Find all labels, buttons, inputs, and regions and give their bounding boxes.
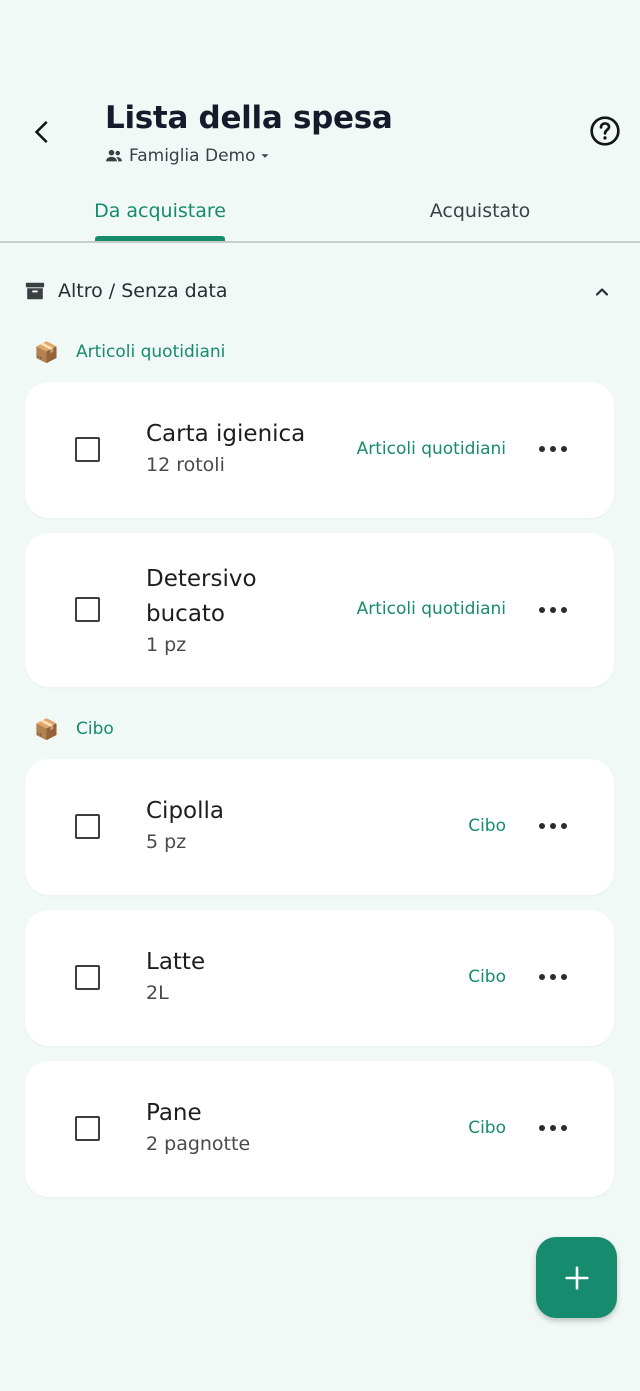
family-name: Famiglia Demo: [129, 146, 256, 166]
item-category-tag: Cibo: [468, 816, 506, 836]
item-quantity: 2 pagnotte: [146, 1133, 251, 1155]
list-item[interactable]: Cipolla 5 pz Cibo: [25, 759, 614, 895]
item-checkbox[interactable]: [75, 814, 100, 839]
back-button[interactable]: [22, 112, 62, 152]
item-name: Cipolla: [146, 798, 224, 824]
help-icon: [590, 116, 620, 146]
app-header: Lista della spesa Famiglia Demo Da acqui…: [0, 0, 640, 243]
add-item-button[interactable]: [536, 1237, 617, 1318]
item-name: Pane: [146, 1100, 202, 1126]
item-quantity: 2L: [146, 982, 169, 1004]
active-tab-indicator: [95, 236, 225, 241]
item-name: Carta igienica: [146, 421, 306, 447]
help-button[interactable]: [585, 111, 625, 151]
back-arrow-icon: [34, 120, 48, 144]
page-title: Lista della spesa: [105, 100, 393, 136]
item-checkbox[interactable]: [75, 1116, 100, 1141]
item-category-tag: Articoli quotidiani: [356, 599, 506, 619]
category-label: 📦 Cibo: [34, 715, 114, 743]
chevron-up-icon[interactable]: [590, 280, 614, 304]
package-icon: 📦: [34, 340, 59, 364]
item-name: Detersivo bucato: [146, 566, 257, 627]
item-quantity: 1 pz: [146, 634, 187, 656]
group-header[interactable]: Altro / Senza data: [0, 270, 640, 314]
item-category-tag: Cibo: [468, 967, 506, 987]
item-checkbox[interactable]: [75, 437, 100, 462]
category-name: Articoli quotidiani: [76, 342, 226, 362]
more-options-icon[interactable]: [539, 444, 567, 454]
item-category-tag: Cibo: [468, 1118, 506, 1138]
list-item[interactable]: Carta igienica 12 rotoli Articoli quotid…: [25, 382, 614, 518]
family-selector[interactable]: Famiglia Demo: [104, 143, 272, 169]
package-icon: 📦: [34, 717, 59, 741]
tab-acquistato[interactable]: Acquistato: [320, 180, 640, 241]
caret-down-icon: [258, 149, 272, 163]
tab-da-acquistare[interactable]: Da acquistare: [0, 180, 320, 241]
tab-bar: Da acquistare Acquistato: [0, 180, 640, 243]
item-name: Latte: [146, 949, 206, 975]
more-options-icon[interactable]: [539, 972, 567, 982]
list-item[interactable]: Pane 2 pagnotte Cibo: [25, 1061, 614, 1197]
item-checkbox[interactable]: [75, 965, 100, 990]
more-options-icon[interactable]: [539, 821, 567, 831]
more-options-icon[interactable]: [539, 1123, 567, 1133]
item-checkbox[interactable]: [75, 597, 100, 622]
more-options-icon[interactable]: [539, 605, 567, 615]
category-name: Cibo: [76, 719, 114, 739]
category-label: 📦 Articoli quotidiani: [34, 338, 225, 366]
list-item[interactable]: Latte 2L Cibo: [25, 910, 614, 1046]
item-category-tag: Articoli quotidiani: [356, 439, 506, 459]
list-item[interactable]: Detersivo bucato 1 pz Articoli quotidian…: [25, 533, 614, 687]
group-icon: [104, 146, 124, 166]
item-quantity: 5 pz: [146, 831, 187, 853]
item-quantity: 12 rotoli: [146, 454, 225, 476]
plus-icon: [564, 1265, 589, 1290]
archive-icon: [25, 282, 45, 300]
group-label: Altro / Senza data: [58, 280, 228, 302]
